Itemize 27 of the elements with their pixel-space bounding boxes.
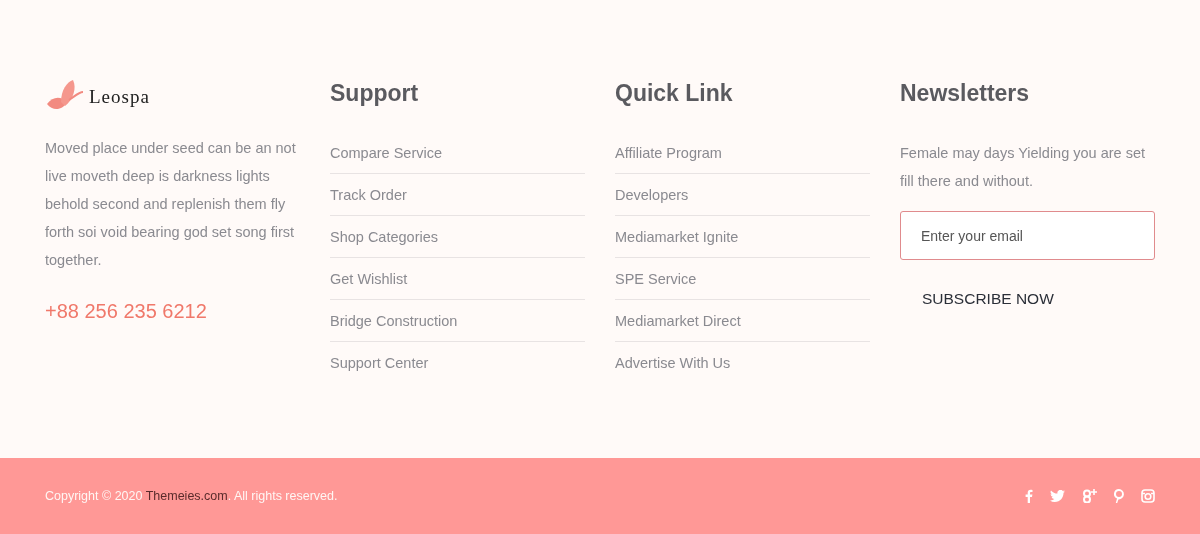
footer-link[interactable]: Support Center bbox=[330, 342, 585, 384]
footer-link[interactable]: Compare Service bbox=[330, 132, 585, 174]
column-title: Support bbox=[330, 80, 420, 106]
email-field[interactable]: Enter your email bbox=[900, 211, 1155, 260]
footer-link[interactable]: Advertise With Us bbox=[615, 342, 870, 384]
footer-link[interactable]: SPE Service bbox=[615, 258, 870, 300]
footer-link[interactable]: Shop Categories bbox=[330, 216, 585, 258]
brand-name: Leospa bbox=[89, 86, 150, 108]
about-text: Moved place under seed can be an not live moveth deep is darkness lights behold second and replenish them fly forth soi void bearing god set song first together. bbox=[45, 139, 297, 270]
column-title: Quick Link bbox=[615, 80, 734, 106]
column-title: Newsletters bbox=[900, 80, 1031, 106]
copyright-text: Copyright © 2020 Themeies.com. All rights reserved. bbox=[45, 489, 338, 503]
facebook-icon[interactable] bbox=[1025, 489, 1033, 503]
site-link[interactable]: Themeies.com bbox=[145, 489, 228, 503]
twitter-icon[interactable] bbox=[1050, 490, 1065, 502]
footer-link[interactable]: Developers bbox=[615, 174, 870, 216]
footer-link[interactable]: Mediamarket Direct bbox=[615, 300, 870, 342]
phone-number: +88 256 235 6212 bbox=[45, 300, 208, 323]
newsletter-text: Female may days Yielding you are set fill there and without. bbox=[900, 144, 1146, 191]
footer-link[interactable]: Bridge Construction bbox=[330, 300, 585, 342]
instagram-icon[interactable] bbox=[1141, 489, 1155, 503]
footer-link[interactable]: Mediamarket Ignite bbox=[615, 216, 870, 258]
footer-link[interactable]: Get Wishlist bbox=[330, 258, 585, 300]
footer-link[interactable]: Track Order bbox=[330, 174, 585, 216]
google-plus-icon[interactable] bbox=[1082, 489, 1097, 503]
subscribe-button[interactable]: SUBSCRIBE NOW bbox=[908, 284, 1068, 314]
footer-link[interactable]: Affiliate Program bbox=[615, 132, 870, 174]
